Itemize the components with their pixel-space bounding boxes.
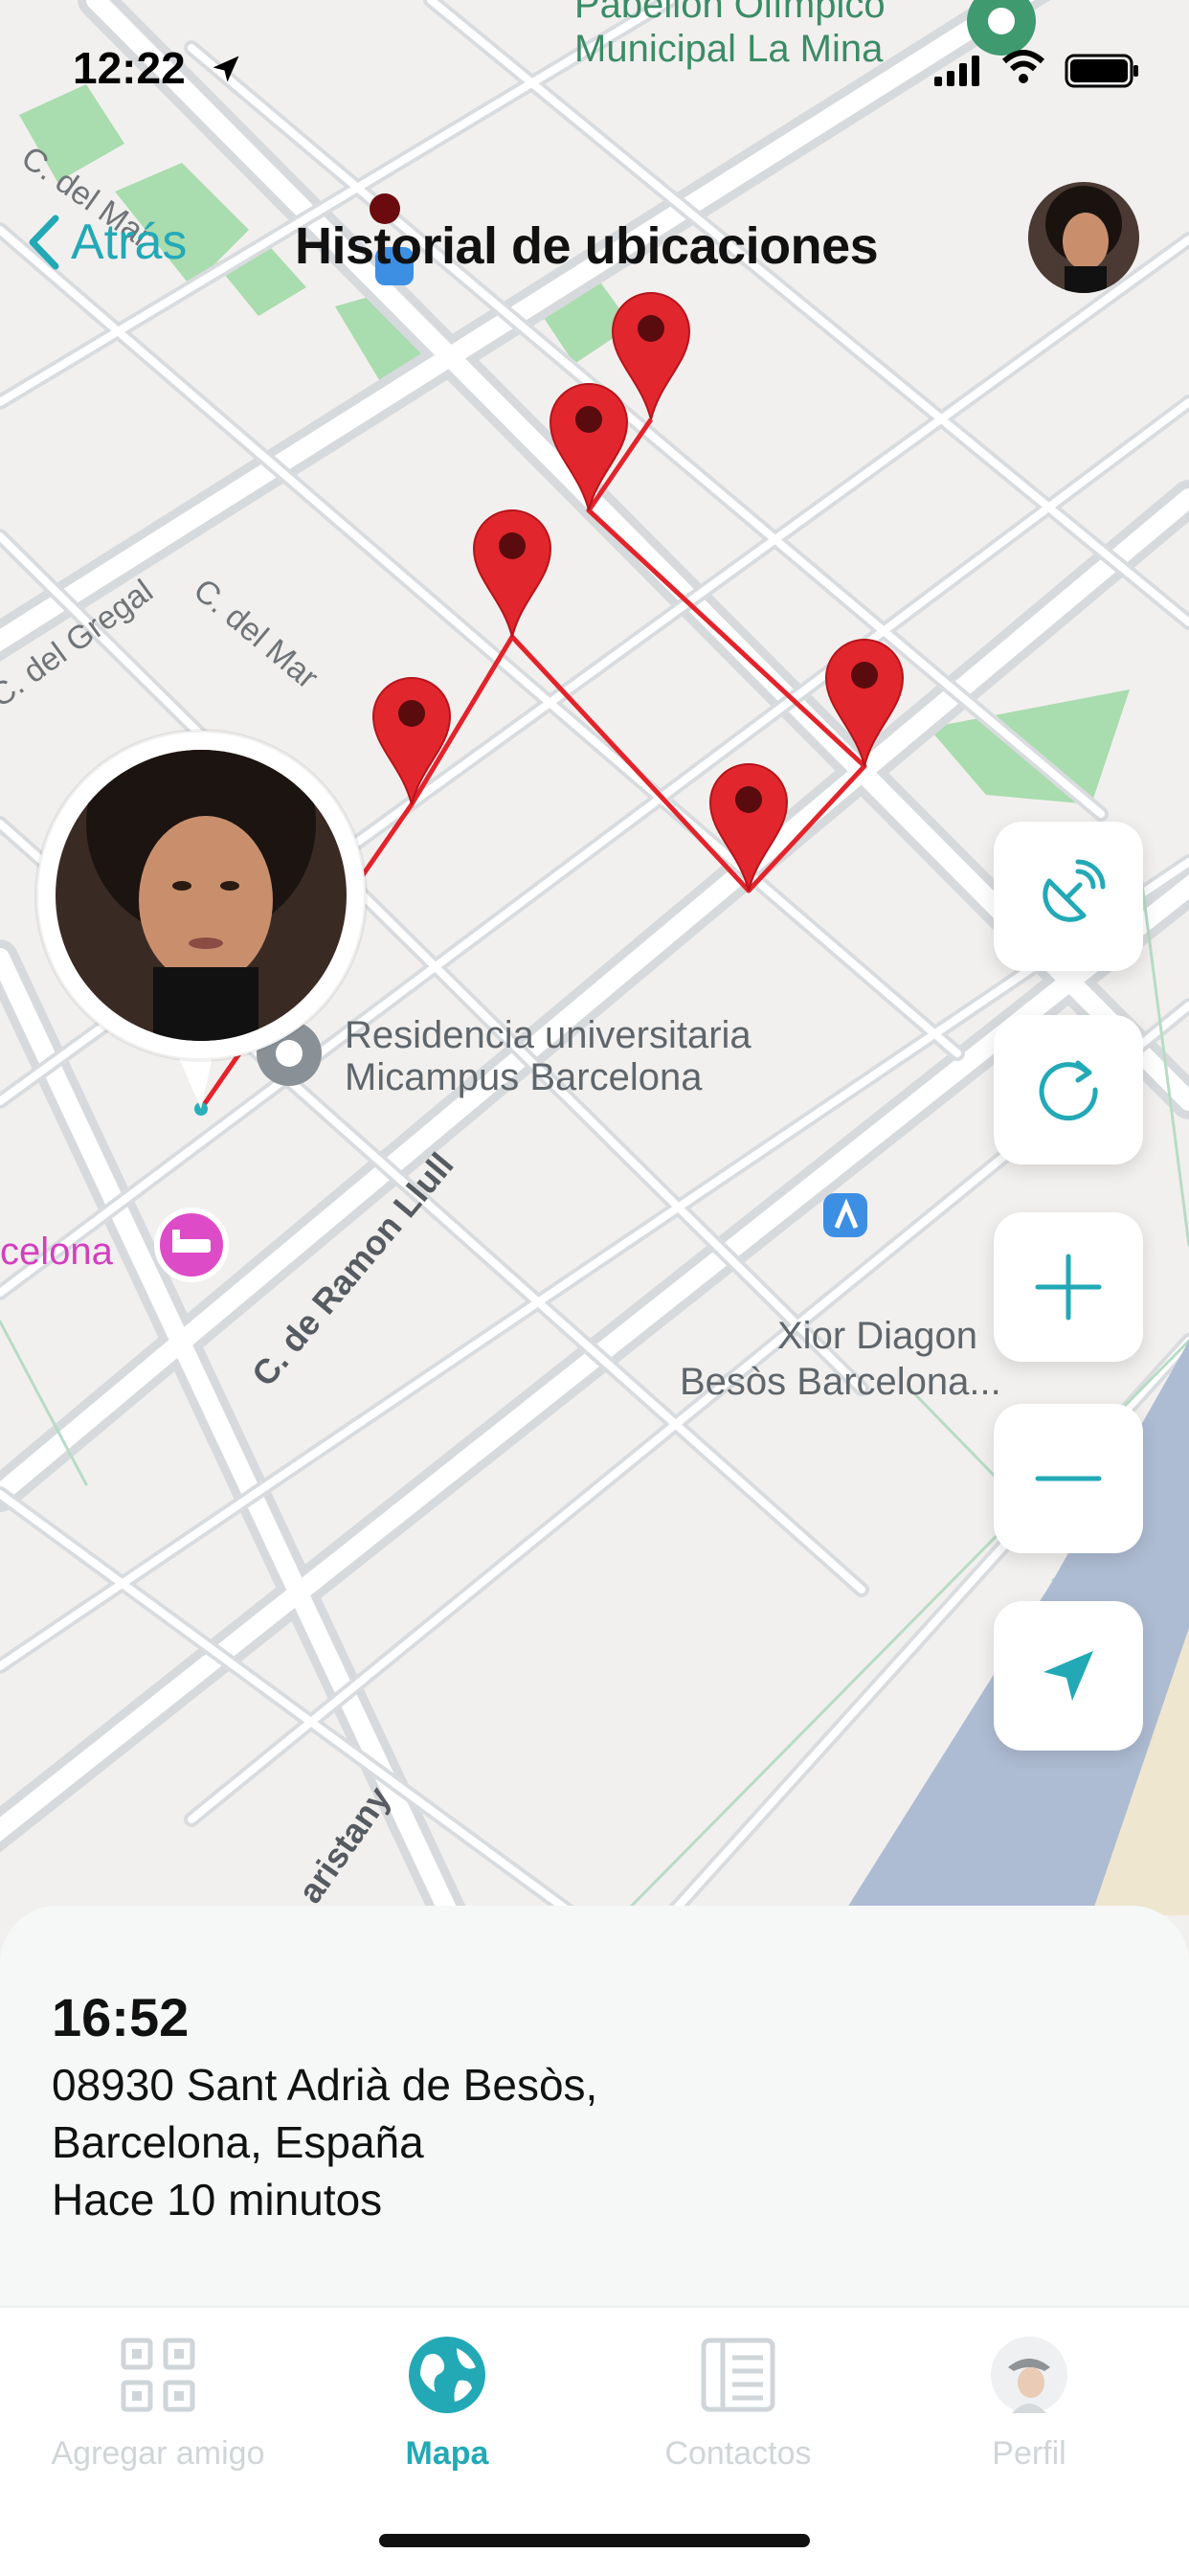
tab-label-add-friend: Agregar amigo xyxy=(51,2435,265,2472)
map-label-xior-2: Besòs Barcelona... xyxy=(680,1361,1001,1403)
status-bar: 12:22 xyxy=(0,0,1189,134)
cellular-signal-icon xyxy=(934,54,979,86)
location-arrow-icon xyxy=(1043,1651,1093,1701)
tab-label-map: Mapa xyxy=(405,2435,489,2472)
transit-station-icon[interactable] xyxy=(823,1193,867,1237)
hotel-bed-icon[interactable] xyxy=(154,1208,229,1282)
satellite-dish-icon xyxy=(1043,859,1106,922)
tab-label-contacts: Contactos xyxy=(664,2435,812,2472)
map-label-hotel: celona xyxy=(0,1231,114,1273)
location-services-icon xyxy=(213,56,239,82)
home-indicator xyxy=(379,2534,810,2547)
profile-avatar-icon xyxy=(991,2337,1067,2413)
plus-icon xyxy=(1035,1254,1102,1321)
tab-map[interactable]: Mapa xyxy=(299,2323,595,2473)
my-location-button[interactable] xyxy=(994,1601,1143,1751)
map-label-residencia-1: Residencia universitaria xyxy=(345,1014,752,1056)
tab-profile[interactable]: Perfil xyxy=(881,2323,1178,2473)
zoom-in-button[interactable] xyxy=(994,1212,1143,1362)
qr-code-icon xyxy=(121,2338,195,2412)
contacts-book-icon xyxy=(701,2338,775,2412)
avatar-portrait-icon xyxy=(1028,182,1139,293)
back-button[interactable]: Atrás xyxy=(25,213,187,272)
refresh-button[interactable] xyxy=(994,1015,1143,1164)
status-time: 12:22 xyxy=(73,43,186,93)
globe-icon xyxy=(409,2337,485,2413)
location-address-line2: Barcelona, España xyxy=(52,2117,424,2167)
battery-icon xyxy=(1065,54,1138,88)
map-label-xior-1: Xior Diagon xyxy=(777,1315,977,1357)
refresh-icon xyxy=(1039,1060,1098,1121)
back-label: Atrás xyxy=(71,215,188,270)
location-time: 16:52 xyxy=(52,1987,190,2047)
location-relative-time: Hace 10 minutos xyxy=(52,2175,383,2225)
map-label-residencia-2: Micampus Barcelona xyxy=(345,1056,703,1098)
chevron-left-icon xyxy=(29,215,59,270)
wifi-icon xyxy=(1001,50,1045,83)
tab-label-profile: Perfil xyxy=(992,2435,1066,2472)
location-detail-sheet: 16:52 08930 Sant Adrià de Besòs, Barcelo… xyxy=(0,1906,1189,2306)
zoom-out-button[interactable] xyxy=(994,1404,1143,1553)
tab-add-friend[interactable]: Agregar amigo xyxy=(10,2323,306,2473)
user-avatar[interactable] xyxy=(1028,182,1139,293)
minus-icon xyxy=(1035,1476,1102,1481)
page-title: Historial de ubicaciones xyxy=(295,217,879,275)
tab-contacts[interactable]: Contactos xyxy=(590,2323,886,2473)
location-address-line1: 08930 Sant Adrià de Besòs, xyxy=(52,2060,598,2110)
satellite-view-button[interactable] xyxy=(994,822,1143,971)
